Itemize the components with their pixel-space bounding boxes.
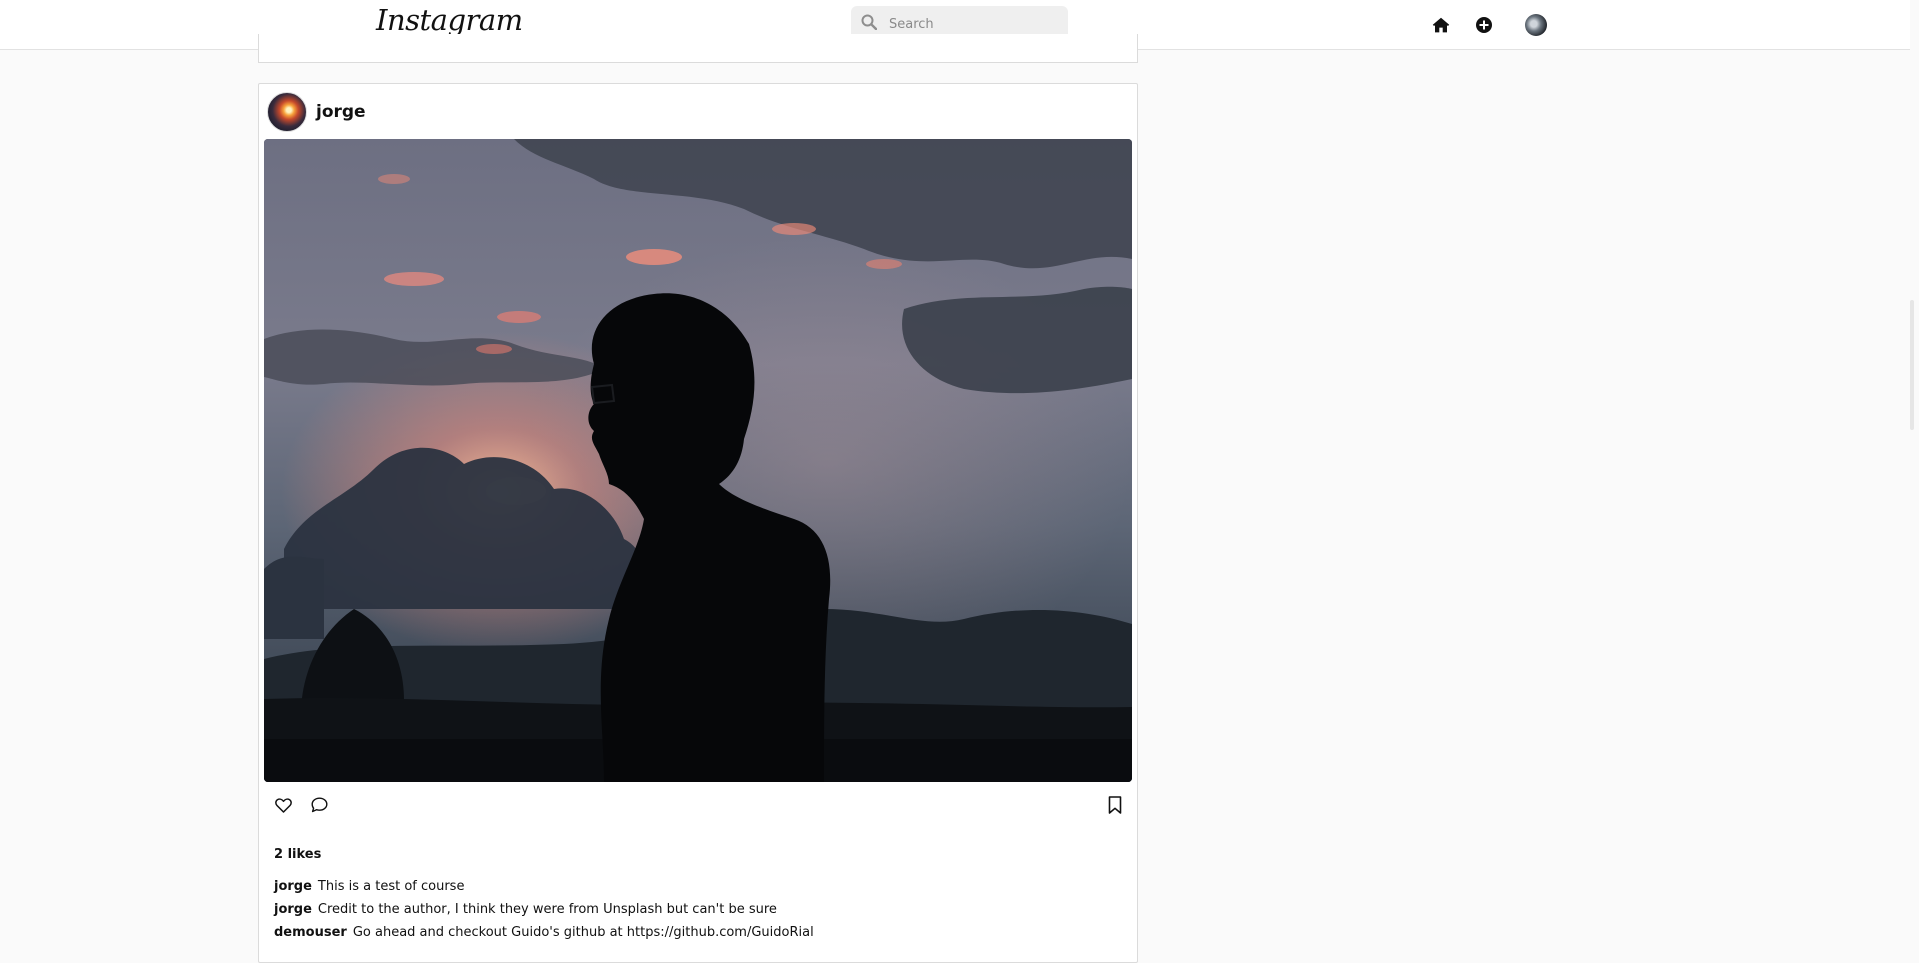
comment-username[interactable]: demouser <box>274 925 347 940</box>
heart-icon[interactable] <box>272 794 294 816</box>
comment-text: Credit to the author, I think they were … <box>317 902 777 917</box>
comment-username[interactable]: jorge <box>274 902 312 917</box>
profile-avatar[interactable] <box>1525 14 1547 36</box>
post-card: jorge 2 likes jorge This is a test of co… <box>258 83 1138 963</box>
comment-item: jorge Credit to the author, I think they … <box>274 898 814 921</box>
post-image[interactable] <box>264 139 1132 782</box>
scrollbar-thumb[interactable] <box>1910 300 1914 430</box>
post-author-avatar[interactable] <box>267 92 307 132</box>
search-icon <box>861 14 878 34</box>
comment-item: demouser Go ahead and checkout Guido's gi… <box>274 921 814 944</box>
comment-text: Go ahead and checkout Guido's github at … <box>352 925 814 940</box>
instagram-logo[interactable]: Instagram <box>376 3 523 37</box>
post-header: jorge <box>267 92 366 132</box>
comment-icon[interactable] <box>308 794 330 816</box>
add-post-icon[interactable] <box>1473 14 1495 36</box>
previous-post-card <box>258 34 1138 63</box>
likes-count: 2 likes <box>274 847 322 862</box>
post-author-username[interactable]: jorge <box>316 102 366 122</box>
search-input[interactable] <box>887 15 1057 33</box>
home-icon[interactable] <box>1430 14 1452 36</box>
comment-text: This is a test of course <box>317 879 465 894</box>
comment-item: jorge This is a test of course <box>274 875 814 898</box>
comments-list: jorge This is a test of course jorge Credi… <box>274 875 814 944</box>
comment-username[interactable]: jorge <box>274 879 312 894</box>
bookmark-icon[interactable] <box>1104 794 1126 816</box>
post-actions <box>259 794 1137 818</box>
